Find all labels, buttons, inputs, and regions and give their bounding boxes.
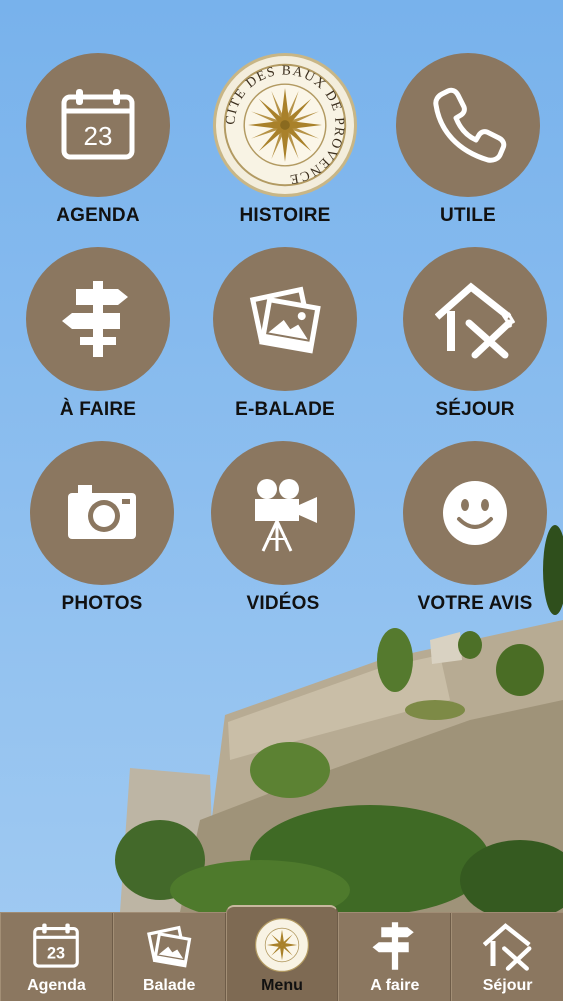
calendar-icon: 23 [33, 923, 80, 968]
histoire-tile[interactable]: CITE DES BAUX DE PROVENCE HISTOIRE [205, 53, 365, 227]
photos-icon [249, 286, 321, 354]
e-balade-circle [213, 247, 357, 391]
a-faire-label: À FAIRE [59, 399, 137, 420]
smiley-icon [443, 481, 507, 545]
tab-balade[interactable]: Balade [112, 913, 226, 1001]
photos-circle [30, 441, 174, 585]
cite-des-baux-seal [254, 918, 309, 972]
agenda-circle: 23 [26, 53, 170, 197]
votre-avis-label: VOTRE AVIS [417, 593, 533, 614]
a-faire-tile[interactable]: À FAIRE [18, 247, 178, 421]
tab-agenda[interactable]: 23 Agenda [0, 913, 113, 1001]
histoire-circle: CITE DES BAUX DE PROVENCE [213, 53, 357, 197]
photos-icon [147, 925, 192, 968]
photos-tile[interactable]: PHOTOS [22, 441, 182, 615]
videos-circle [211, 441, 355, 585]
tab-menu[interactable]: Menu [225, 905, 339, 1001]
histoire-label: HISTOIRE [239, 205, 331, 226]
tab-sejour-label: Séjour [482, 977, 533, 994]
signpost-icon [372, 922, 414, 970]
videos-label: VIDÉOS [246, 593, 320, 614]
sejour-circle [403, 247, 547, 391]
calendar-day: 23 [84, 121, 113, 151]
tab-bar: 23 Agenda Balade Menu A faire Séjour [0, 905, 563, 1001]
tab-menu-label: Menu [261, 977, 303, 994]
agenda-label: AGENDA [56, 205, 140, 226]
votre-avis-tile[interactable]: VOTRE AVIS [395, 441, 555, 615]
house-cutlery-icon [482, 923, 532, 971]
tab-a-faire[interactable]: A faire [338, 913, 452, 1001]
house-cutlery-icon [435, 282, 515, 359]
votre-avis-circle [403, 441, 547, 585]
tab-balade-label: Balade [142, 977, 196, 994]
videos-tile[interactable]: VIDÉOS [203, 441, 363, 615]
calendar-icon: 23 [61, 89, 135, 160]
calendar-day: 23 [47, 945, 65, 963]
signpost-icon [62, 281, 128, 357]
agenda-tile[interactable]: 23 AGENDA [18, 53, 178, 227]
a-faire-circle [26, 247, 170, 391]
movie-camera-icon [255, 479, 317, 552]
photos-label: PHOTOS [61, 593, 143, 614]
camera-icon [68, 485, 136, 539]
e-balade-tile[interactable]: E-BALADE [205, 247, 365, 421]
utile-tile[interactable]: UTILE [388, 53, 548, 227]
tab-sejour[interactable]: Séjour [451, 913, 563, 1001]
utile-circle [396, 53, 540, 197]
e-balade-label: E-BALADE [235, 399, 335, 420]
utile-label: UTILE [440, 205, 496, 226]
sejour-label: SÉJOUR [435, 399, 515, 420]
tab-agenda-label: Agenda [27, 977, 86, 994]
tab-a-faire-label: A faire [370, 977, 420, 994]
cite-des-baux-seal: CITE DES BAUX DE PROVENCE [222, 62, 346, 187]
phone-icon [433, 87, 507, 163]
sejour-tile[interactable]: SÉJOUR [395, 247, 555, 421]
